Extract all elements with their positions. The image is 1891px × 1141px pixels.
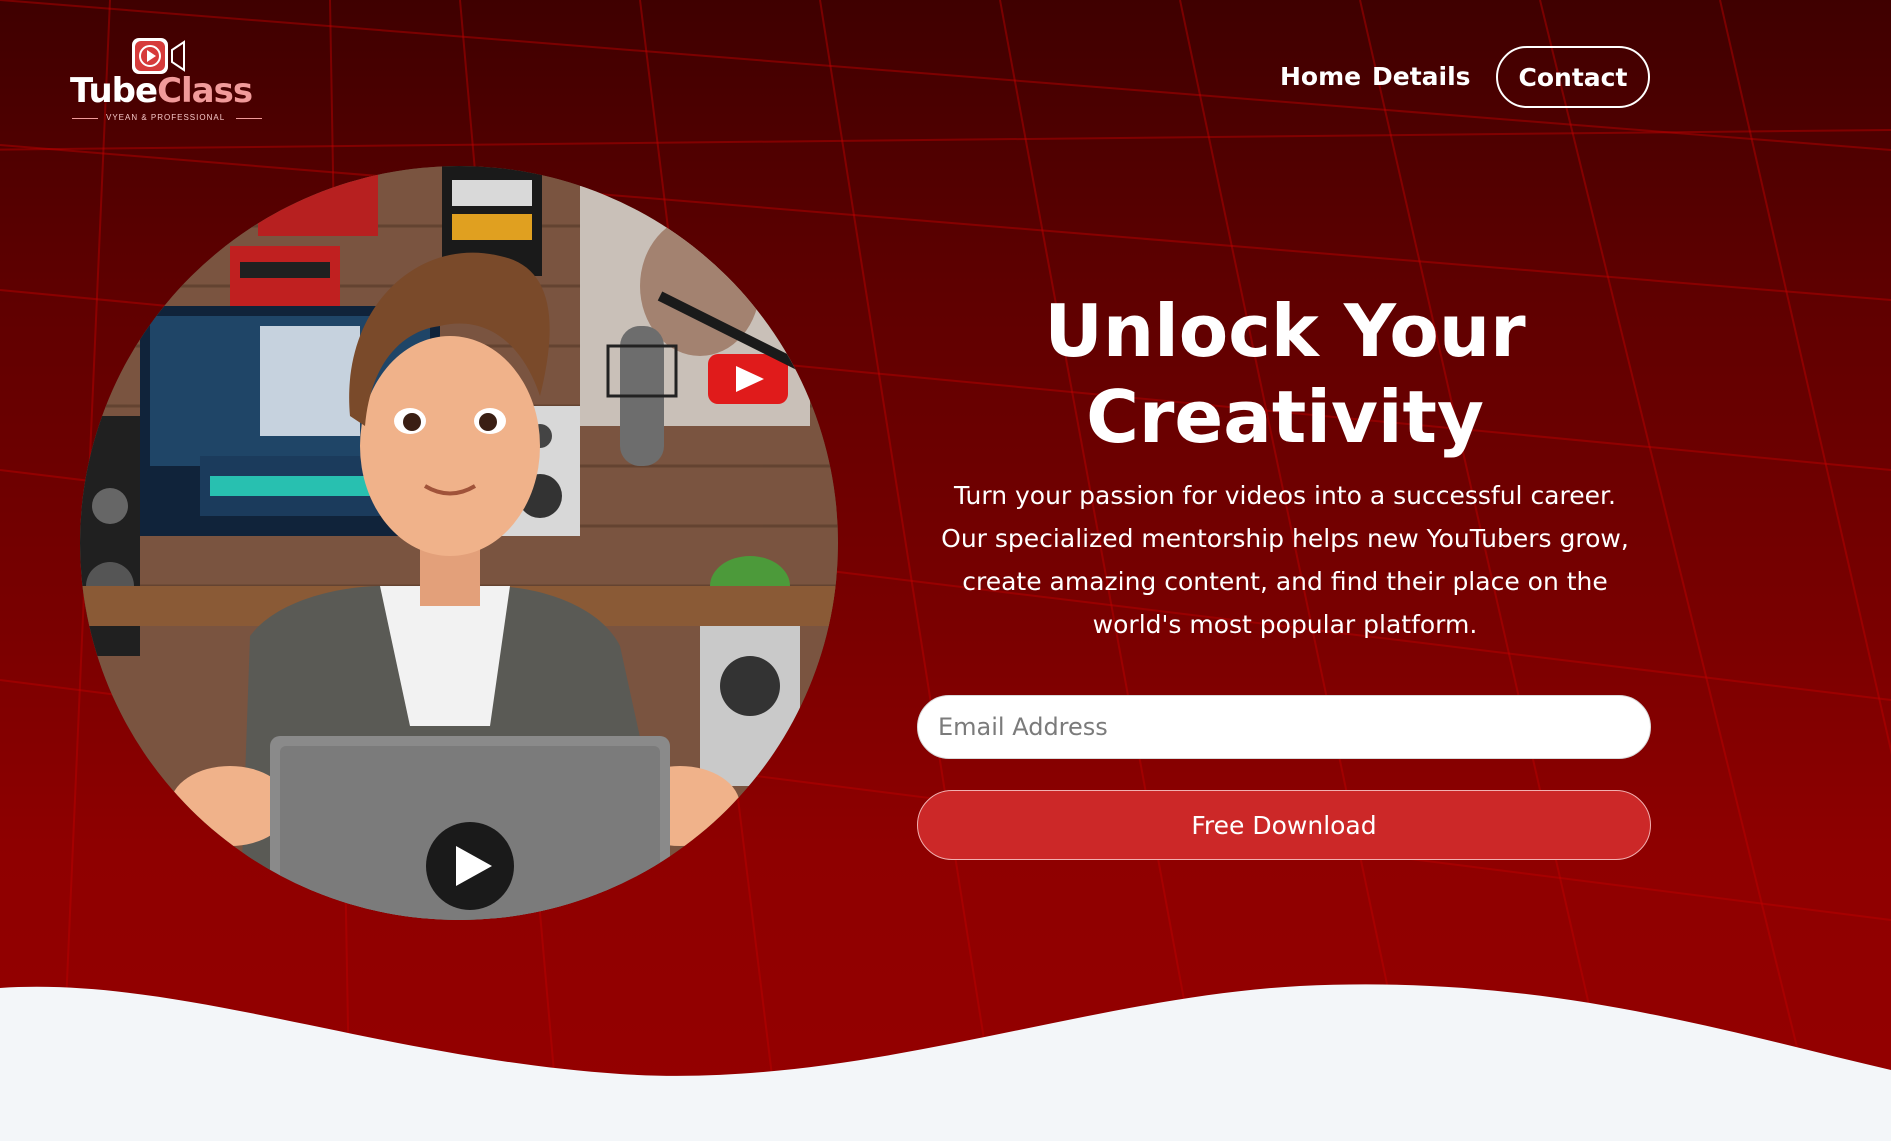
logo-divider	[72, 118, 98, 119]
hero-description: Turn your passion for videos into a succ…	[941, 481, 1629, 639]
nav-home[interactable]: Home	[1280, 62, 1361, 91]
brand-name: TubeClass	[70, 71, 253, 111]
contact-button[interactable]: Contact	[1496, 46, 1650, 108]
brand-logo[interactable]: TubeClass VYEAN & PROFESSIONAL	[68, 34, 262, 130]
brand-tagline: VYEAN & PROFESSIONAL	[106, 113, 226, 122]
hero-illustration	[80, 166, 838, 920]
hero-title: Unlock Your Creativity	[1044, 289, 1526, 459]
hero-section: TubeClass VYEAN & PROFESSIONAL Home Deta…	[0, 0, 1891, 1141]
youtuber-illustration	[80, 166, 838, 920]
email-input[interactable]	[917, 695, 1651, 759]
free-download-button[interactable]: Free Download	[917, 790, 1651, 860]
logo-divider	[236, 118, 262, 119]
nav-details[interactable]: Details	[1372, 62, 1471, 91]
